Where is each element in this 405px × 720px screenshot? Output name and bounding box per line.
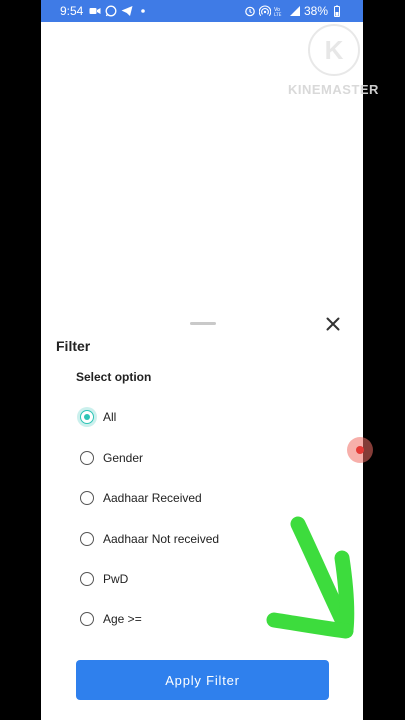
close-icon	[326, 317, 340, 331]
telegram-icon	[121, 6, 133, 16]
close-button[interactable]	[323, 314, 343, 334]
radio-button[interactable]	[80, 451, 94, 465]
select-option-label: Select option	[76, 370, 152, 384]
radio-button[interactable]	[80, 491, 94, 505]
apply-filter-button[interactable]: Apply Filter	[76, 660, 329, 700]
green-arrow-annotation	[266, 516, 355, 639]
radio-button[interactable]	[80, 532, 94, 546]
kinemaster-logo-icon: K	[308, 24, 360, 76]
option-label: PwD	[103, 572, 129, 586]
radio-button[interactable]	[80, 410, 94, 424]
alarm-icon	[245, 6, 255, 17]
radio-button[interactable]	[80, 612, 94, 626]
kinemaster-watermark: K KINEMASTER	[288, 22, 384, 102]
battery-icon	[334, 5, 340, 17]
status-system-icons: Vo LTE 38%	[244, 4, 343, 18]
video-icon	[89, 8, 101, 14]
sheet-title: Filter	[56, 338, 91, 354]
drag-handle[interactable]	[190, 322, 216, 325]
hotspot-icon	[258, 5, 271, 17]
option-label: Aadhaar Not received	[103, 532, 220, 546]
option-label: All	[103, 410, 117, 424]
radio-option-aadhaar-received[interactable]: Aadhaar Received	[80, 487, 202, 509]
status-bar: 9:54 Vo LTE 38%	[41, 0, 363, 22]
status-time: 9:54	[60, 4, 84, 18]
watermark-text: KINEMASTER	[288, 82, 379, 97]
option-label: Age >=	[103, 612, 142, 626]
volte-icon: VoLTE	[274, 7, 282, 17]
option-label: Aadhaar Received	[103, 491, 202, 505]
svg-text:LTE: LTE	[274, 12, 282, 17]
status-notification-icons	[89, 4, 149, 18]
radio-option-all[interactable]: All	[80, 406, 116, 428]
battery-percent: 38%	[303, 4, 328, 18]
screen-record-indicator[interactable]	[347, 437, 373, 463]
signal-icon	[289, 6, 300, 16]
dot-icon	[141, 9, 145, 13]
whatsapp-icon	[105, 5, 117, 17]
radio-option-gender[interactable]: Gender	[80, 447, 143, 469]
option-label: Gender	[103, 451, 144, 465]
radio-button[interactable]	[80, 572, 94, 586]
radio-option-age[interactable]: Age >=	[80, 608, 142, 630]
screen: 9:54 Vo LTE 38% Filter Select option All…	[0, 0, 405, 720]
radio-option-pwd[interactable]: PwD	[80, 568, 128, 590]
radio-option-aadhaar-not-received[interactable]: Aadhaar Not received	[80, 528, 219, 550]
